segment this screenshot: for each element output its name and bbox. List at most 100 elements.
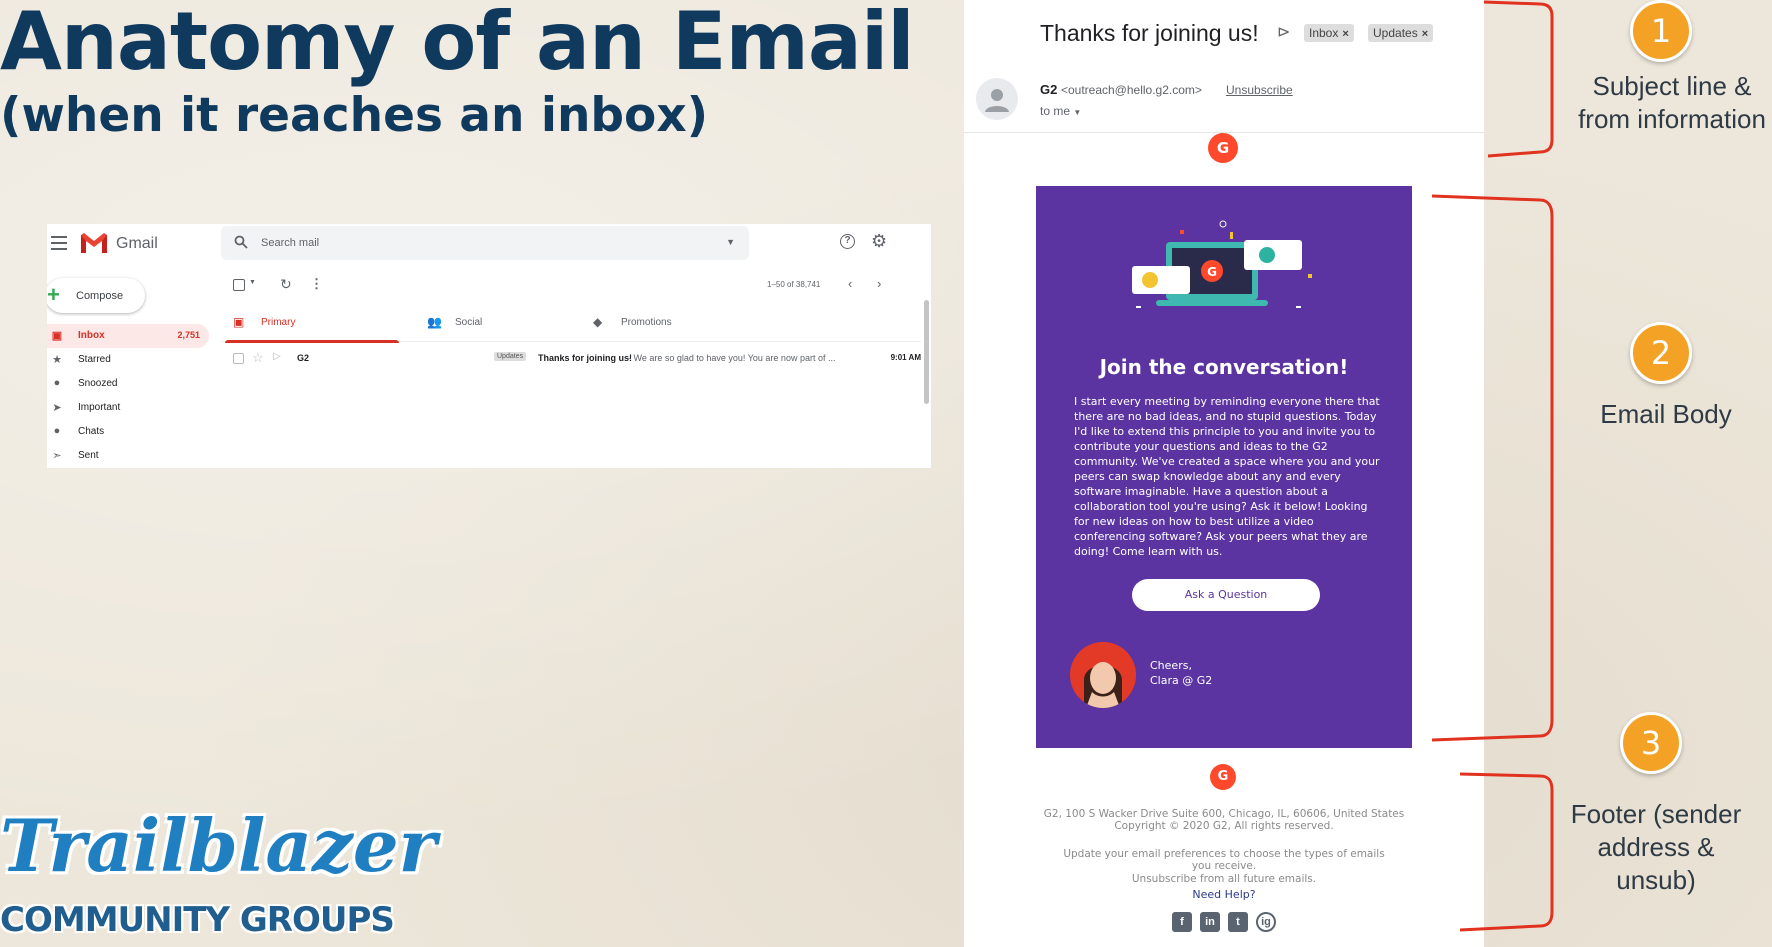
linkedin-icon[interactable]: in (1200, 912, 1220, 932)
sidebar-item-label: Important (78, 402, 121, 413)
footer-address: G2, 100 S Wacker Drive Suite 600, Chicag… (1043, 808, 1405, 820)
callout-label-1: Subject line & from information (1578, 71, 1766, 134)
chip-label: Inbox (1309, 26, 1339, 40)
callout-label-3: Footer (sender address & unsub) (1570, 799, 1742, 895)
star-icon[interactable]: ☆ (252, 350, 264, 366)
tab-primary[interactable]: ▣ Primary (221, 302, 403, 343)
chevron-right-icon[interactable]: › (877, 276, 881, 291)
unsubscribe-link[interactable]: Unsubscribe (1226, 83, 1293, 97)
email-body-card: G Join the conversation! I start every m… (1036, 186, 1412, 748)
row-label-badge: Updates (494, 352, 527, 361)
instagram-icon[interactable]: ig (1256, 912, 1276, 932)
trailblazer-community-groups-logo: Trailblazer COMMUNITY GROUPS (0, 800, 437, 947)
recipient-toggle[interactable]: to me ▼ (1040, 104, 1081, 118)
refresh-icon[interactable]: ↻ (280, 276, 292, 293)
sender-info: G2 <outreach@hello.g2.com> (1040, 82, 1202, 97)
recipient-label: to me (1040, 104, 1071, 118)
menu-icon[interactable] (51, 236, 67, 250)
sidebar-item-label: Chats (78, 426, 105, 437)
important-icon: ➤ (52, 402, 62, 414)
gmail-logo-icon (81, 233, 107, 253)
sidebar-item-sent[interactable]: ➣ Sent (47, 444, 209, 468)
card-title: Join the conversation! (1099, 355, 1349, 379)
signature: Cheers, Clara @ G2 (1150, 658, 1212, 688)
select-dropdown-icon[interactable]: ▼ (249, 279, 256, 286)
row-sender: G2 (297, 353, 310, 363)
row-subject: Thanks for joining us! (538, 353, 632, 363)
footer-unsubscribe-link[interactable]: Unsubscribe from all future emails. (1004, 873, 1444, 885)
slide-title: Anatomy of an Email (0, 0, 915, 88)
sidebar-item-label: Snoozed (78, 378, 118, 389)
sender-address: <outreach@hello.g2.com> (1060, 83, 1202, 97)
unread-count: 2,751 (177, 330, 200, 340)
person-photo-icon (1070, 642, 1136, 708)
chip-label: Updates (1373, 26, 1418, 40)
compose-button[interactable]: + Compose (47, 278, 145, 313)
sidebar-item-label: Sent (78, 450, 99, 461)
tab-promotions[interactable]: ◆ Promotions (581, 302, 761, 342)
gmail-brand: Gmail (116, 235, 158, 252)
row-checkbox[interactable] (233, 353, 244, 364)
pagination-label: 1–50 of 38,741 (767, 280, 821, 289)
more-icon[interactable]: ⋮ (310, 276, 323, 292)
sender-name: G2 (1040, 82, 1058, 97)
signature-avatar (1070, 642, 1136, 708)
ask-question-button[interactable]: Ask a Question (1132, 579, 1320, 611)
tag-icon: ◆ (593, 315, 603, 329)
scrollbar[interactable] (924, 300, 929, 404)
important-icon[interactable]: ▷ (273, 351, 281, 362)
g2-footer-logo: G (1210, 764, 1236, 790)
label-arrow-icon[interactable]: ⊳ (1277, 22, 1290, 42)
tab-label: Promotions (621, 317, 672, 328)
compose-label: Compose (76, 290, 124, 302)
sidebar-item-starred[interactable]: ★ Starred (47, 348, 209, 372)
category-tabs: ▣ Primary 👥 Social ◆ Promotions (221, 302, 921, 343)
search-input[interactable]: Search mail ▼ (221, 226, 749, 260)
sidebar-item-label: Inbox (78, 330, 105, 341)
help-icon[interactable]: ? (840, 234, 855, 249)
mail-toolbar: ▼ ↻ ⋮ 1–50 of 38,741 ‹ › (233, 276, 923, 296)
send-icon: ➣ (52, 450, 62, 462)
plus-icon: + (47, 282, 60, 307)
chevron-left-icon[interactable]: ‹ (848, 276, 852, 291)
email-subject: Thanks for joining us! (1040, 20, 1259, 46)
label-chip-updates[interactable]: Updates × (1368, 24, 1434, 42)
row-time: 9:01 AM (890, 353, 921, 362)
callout-label-2: Email Body (1600, 399, 1732, 429)
sidebar-item-chats[interactable]: ● Chats (47, 420, 209, 444)
svg-text:G: G (1207, 265, 1217, 279)
chevron-down-icon: ▼ (1073, 108, 1082, 117)
sidebar-item-important[interactable]: ➤ Important (47, 396, 209, 420)
close-icon[interactable]: × (1342, 28, 1348, 40)
sidebar-item-inbox[interactable]: ▣ Inbox 2,751 (47, 324, 209, 348)
person-icon (985, 89, 1009, 112)
twitter-icon[interactable]: t (1228, 912, 1248, 932)
tab-label: Social (455, 317, 483, 328)
clock-icon: ● (53, 377, 61, 389)
search-placeholder: Search mail (261, 237, 320, 249)
select-all-checkbox[interactable] (233, 279, 245, 291)
close-icon[interactable]: × (1422, 28, 1428, 40)
g2-logo: G (1208, 133, 1238, 163)
people-icon: 👥 (427, 315, 442, 329)
sidebar-item-snoozed[interactable]: ● Snoozed (47, 372, 209, 396)
slide-subtitle: (when it reaches an inbox) (0, 88, 709, 143)
facebook-icon[interactable]: f (1172, 912, 1192, 932)
need-help-link[interactable]: Need Help? (964, 888, 1484, 901)
inbox-icon: ▣ (233, 315, 245, 329)
inbox-icon: ▣ (51, 330, 63, 342)
email-preview: Thanks for joining us! ⊳ Inbox × Updates ×… (964, 0, 1484, 947)
search-options-icon[interactable]: ▼ (726, 237, 735, 247)
table-row[interactable]: ☆ ▷ G2 Updates Thanks for joining us! - … (221, 347, 921, 373)
tab-social[interactable]: 👥 Social (415, 302, 595, 342)
footer-preferences-link[interactable]: Update your email preferences to choose … (1054, 848, 1394, 872)
star-icon: ★ (52, 354, 62, 366)
gear-icon[interactable]: ⚙ (871, 231, 887, 252)
label-chip-inbox[interactable]: Inbox × (1304, 24, 1354, 42)
tab-label: Primary (261, 317, 296, 328)
logo-sub-text: COMMUNITY GROUPS (0, 900, 395, 940)
avatar (976, 78, 1018, 120)
bracket-subject (1483, 0, 1554, 158)
logo-script-text: Trailblazer (0, 803, 437, 888)
signature-name: Clara @ G2 (1150, 674, 1213, 687)
